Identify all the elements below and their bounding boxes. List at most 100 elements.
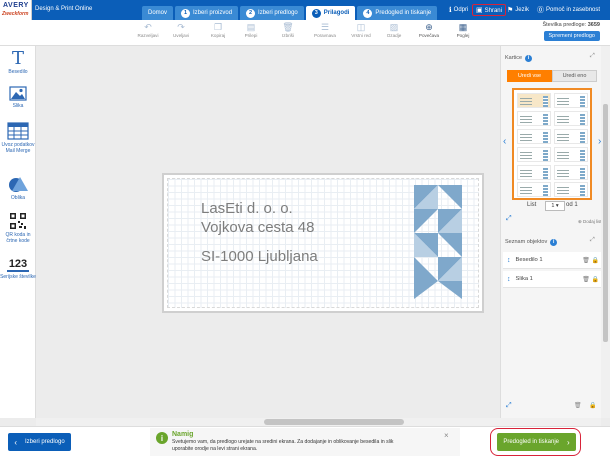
numbering-tool[interactable]: 123 Serijske številke	[0, 258, 36, 280]
zoom-tool[interactable]: ⊕ Povečava	[410, 22, 448, 38]
info-icon[interactable]: i	[550, 238, 558, 246]
language-button[interactable]: ⚑ Jezik	[507, 0, 529, 20]
vertical-scrollbar[interactable]	[601, 46, 610, 418]
preview-print-label: Predogled in tiskanje	[503, 439, 560, 445]
shape-tool[interactable]: Oblika	[0, 175, 36, 201]
back-button-label: Izberi predlogo	[24, 439, 65, 445]
step-3-label: Prilagodi	[323, 10, 350, 16]
trash-icon[interactable]: 🗑	[582, 258, 590, 264]
chevron-left-icon: ‹	[14, 437, 17, 447]
open-button[interactable]: ℹ Odpri	[449, 0, 468, 20]
language-label: Jezik	[515, 7, 529, 13]
redo-tool[interactable]: ↷ Uveljavi	[162, 22, 200, 38]
expand-icon[interactable]: ⤢	[506, 402, 512, 410]
qr-tool[interactable]: QR koda in črtne kode	[0, 212, 36, 244]
object-name: Slika 1	[515, 276, 533, 282]
thumb-label-cell	[517, 165, 551, 180]
image-icon	[9, 86, 27, 101]
zoom-icon: ⊕	[425, 22, 433, 32]
tab-edit-all[interactable]: Uredi vse	[507, 70, 552, 82]
object-row[interactable]: ↕ Slika 1 🗑 🔒	[503, 271, 603, 288]
thumb-label-cell	[554, 182, 588, 197]
thumb-label-cell	[554, 147, 588, 162]
expand-icon[interactable]: ⤢	[506, 215, 512, 223]
info-icon[interactable]: i	[525, 54, 533, 62]
save-label: Shrani	[484, 8, 502, 14]
text-tool-label: Besedilo	[8, 69, 28, 75]
view-tool[interactable]: ▦ Poglej	[444, 22, 482, 38]
preview-print-button[interactable]: Predogled in tiskanje ›	[497, 433, 576, 451]
add-icon: ⊕	[578, 219, 582, 224]
sheet-total: od 1	[566, 202, 578, 208]
drag-handle-icon[interactable]: ↕	[507, 276, 511, 283]
tab-edit-one[interactable]: Uredi eno	[552, 70, 597, 82]
sheet-select-value: 1	[551, 203, 555, 209]
grid-icon: ▦	[458, 22, 468, 32]
trash-icon[interactable]: 🗑	[582, 277, 590, 283]
redo-icon: ↷	[177, 22, 185, 32]
object-row[interactable]: ↕ Besedilo 1 🗑 🔒	[503, 252, 603, 269]
open-label: Odpri	[453, 7, 469, 13]
redo-label: Uveljavi	[172, 33, 190, 38]
scrollbar-thumb[interactable]	[603, 104, 608, 342]
lock-icon[interactable]: 🔒	[589, 402, 596, 409]
horizontal-scrollbar[interactable]	[36, 418, 601, 426]
close-icon[interactable]: ×	[444, 431, 449, 440]
lock-icon[interactable]: 🔒	[592, 277, 599, 283]
numbering-tool-label: Serijske številke	[0, 274, 36, 280]
object-actions: 🗑 🔒	[582, 257, 599, 264]
undo-label: Razveljavi	[137, 33, 159, 38]
label-text-line3[interactable]: SI-1000 Ljubljana	[201, 248, 318, 265]
label-graphic-image[interactable]	[414, 185, 462, 299]
scrollbar-thumb[interactable]	[264, 419, 404, 425]
step-home-label: Domov	[148, 10, 168, 16]
shape-tool-label: Oblika	[10, 195, 26, 201]
trash-icon[interactable]: 🗑	[574, 402, 582, 409]
change-template-button[interactable]: Spremeni predlogo	[543, 31, 600, 41]
cards-title: Kartice	[505, 55, 523, 61]
template-number-value: 3659	[587, 22, 600, 28]
step-home[interactable]: Domov	[142, 6, 174, 20]
step-2[interactable]: 2 Izberi predlogo	[240, 6, 304, 20]
lock-icon[interactable]: 🔒	[592, 258, 599, 264]
add-sheet-button[interactable]: ⊕ Dodaj list	[578, 219, 602, 225]
save-button[interactable]: ▣ Shrani	[472, 4, 506, 16]
text-icon: T	[11, 48, 24, 69]
text-tool[interactable]: T Besedilo	[0, 48, 36, 76]
label-preview[interactable]: LasEti d. o. o. Vojkova cesta 48 SI-1000…	[162, 173, 484, 313]
image-tool-label: Slika	[12, 103, 24, 109]
thumb-label-cell	[554, 111, 588, 126]
step-1[interactable]: 1 Izberi proizvod	[175, 6, 239, 20]
trash-icon: 🗑	[282, 22, 294, 32]
label-text-line1[interactable]: LasEti d. o. o.	[201, 200, 293, 217]
collapse-icon[interactable]: ⤢	[590, 53, 595, 60]
copy-label: Kopiraj	[210, 33, 226, 38]
prev-sheet-icon[interactable]: ‹	[503, 136, 506, 147]
save-icon: ▣	[476, 7, 483, 14]
mail-merge-tool[interactable]: Uvoz podatkov Mail Merge	[0, 122, 36, 154]
thumb-label-cell	[517, 182, 551, 197]
paste-tool[interactable]: ▤ Prilepi	[232, 22, 270, 38]
view-label: Poglej	[456, 33, 470, 38]
sheet-select[interactable]: 1 ▾	[545, 201, 565, 211]
step-4[interactable]: 4 Predogled in tiskanje	[357, 6, 438, 20]
back-button[interactable]: ‹ Izberi predlogo	[8, 433, 71, 451]
background-icon: ▨	[389, 22, 399, 32]
help-button[interactable]: ⓪ Pomoč in zasebnost	[537, 0, 600, 20]
table-icon	[7, 122, 29, 140]
drag-handle-icon[interactable]: ↕	[507, 257, 511, 264]
align-tool[interactable]: ☰ Poravnava	[306, 22, 344, 38]
sheet-thumbnail[interactable]	[512, 88, 592, 200]
label-text-line2[interactable]: Vojkova cesta 48	[201, 219, 314, 236]
objects-title: Seznam objektov	[505, 239, 548, 245]
image-tool[interactable]: Slika	[0, 86, 36, 109]
collapse-icon[interactable]: ⤢	[590, 237, 595, 244]
paste-label: Prilepi	[244, 33, 258, 38]
align-icon: ☰	[320, 22, 330, 32]
step-3[interactable]: 3 Prilagodi	[305, 6, 356, 20]
edit-mode-tabs: Uredi vse Uredi eno	[507, 70, 597, 82]
mail-merge-label: Uvoz podatkov Mail Merge	[1, 142, 35, 154]
background-tool[interactable]: ▨ Ozadje	[375, 22, 413, 38]
delete-tool[interactable]: 🗑 Izbriši	[269, 22, 307, 38]
avery-logo[interactable]: AVERY Zweckform	[0, 0, 32, 20]
